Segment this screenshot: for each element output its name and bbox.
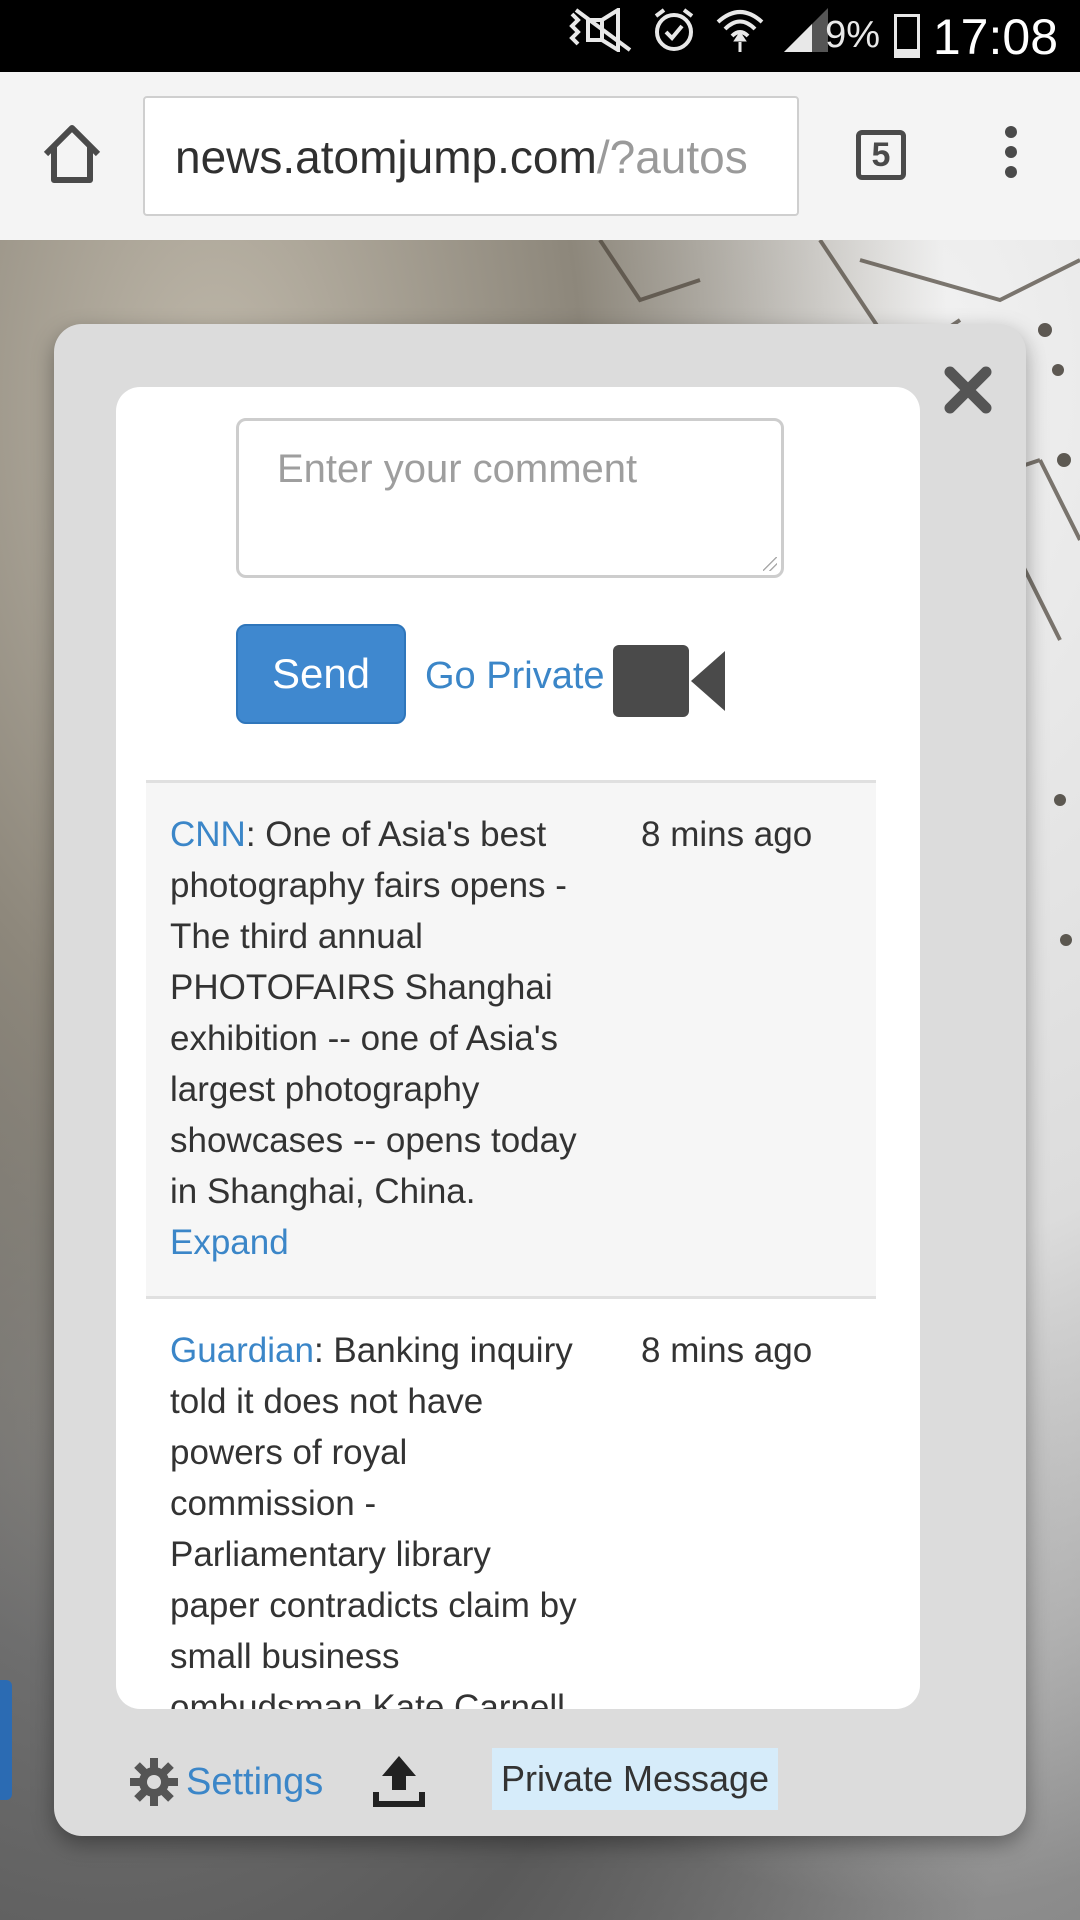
comment-placeholder: Enter your comment (277, 447, 638, 491)
list-item: Guardian: Banking inquiry told it does n… (146, 1296, 876, 1709)
comments-popup: Enter your comment Send Go Private CNN: … (54, 324, 1026, 1836)
list-item: CNN: One of Asia's best photography fair… (146, 780, 876, 1296)
mute-icon (568, 5, 634, 65)
close-button[interactable] (940, 362, 996, 418)
item-body: CNN: One of Asia's best photography fair… (170, 809, 590, 1268)
url-path: /?autos (596, 131, 748, 183)
alarm-icon (650, 6, 698, 67)
address-bar[interactable]: news.atomjump.com/?autos (143, 96, 799, 216)
expand-link[interactable]: Expand (170, 1217, 590, 1268)
private-message-button[interactable]: Private Message (492, 1748, 778, 1810)
item-body: Guardian: Banking inquiry told it does n… (170, 1325, 590, 1709)
battery-icon (894, 14, 920, 58)
video-camera-icon[interactable] (613, 643, 727, 719)
item-timestamp: 8 mins ago (641, 815, 813, 854)
url-host: news.atomjump.com (175, 131, 597, 183)
signal-icon (782, 6, 830, 67)
comment-input[interactable]: Enter your comment (236, 418, 784, 578)
status-bar: 9% 17:08 (0, 0, 1080, 72)
news-feed: CNN: One of Asia's best photography fair… (146, 780, 876, 1709)
browser-toolbar: news.atomjump.com/?autos 5 (0, 72, 1080, 241)
url-text: news.atomjump.com/?autos (175, 130, 748, 184)
source-link[interactable]: Guardian (170, 1331, 314, 1370)
battery-percent: 9% (825, 14, 880, 56)
home-button[interactable] (38, 120, 106, 188)
tab-switcher-button[interactable]: 5 (856, 130, 906, 180)
status-icons (568, 5, 830, 65)
overflow-menu-icon[interactable] (1000, 126, 1022, 186)
settings-button[interactable]: Settings (128, 1756, 323, 1808)
side-tab[interactable] (0, 1680, 12, 1800)
settings-label: Settings (186, 1760, 324, 1803)
item-text: : One of Asia's best photography fairs o… (170, 815, 577, 1211)
send-button[interactable]: Send (236, 624, 406, 724)
popup-content: Enter your comment Send Go Private CNN: … (116, 387, 920, 1709)
home-icon (43, 125, 101, 183)
wifi-icon (714, 6, 766, 67)
go-private-link[interactable]: Go Private (425, 655, 605, 698)
upload-icon[interactable] (372, 1754, 426, 1808)
item-text: : Banking inquiry told it does not have … (170, 1331, 577, 1709)
item-timestamp: 8 mins ago (641, 1331, 813, 1370)
close-icon (944, 366, 992, 414)
clock: 17:08 (932, 9, 1058, 65)
gear-icon (130, 1758, 178, 1806)
resize-grip-icon[interactable] (763, 557, 777, 571)
source-link[interactable]: CNN (170, 815, 246, 854)
